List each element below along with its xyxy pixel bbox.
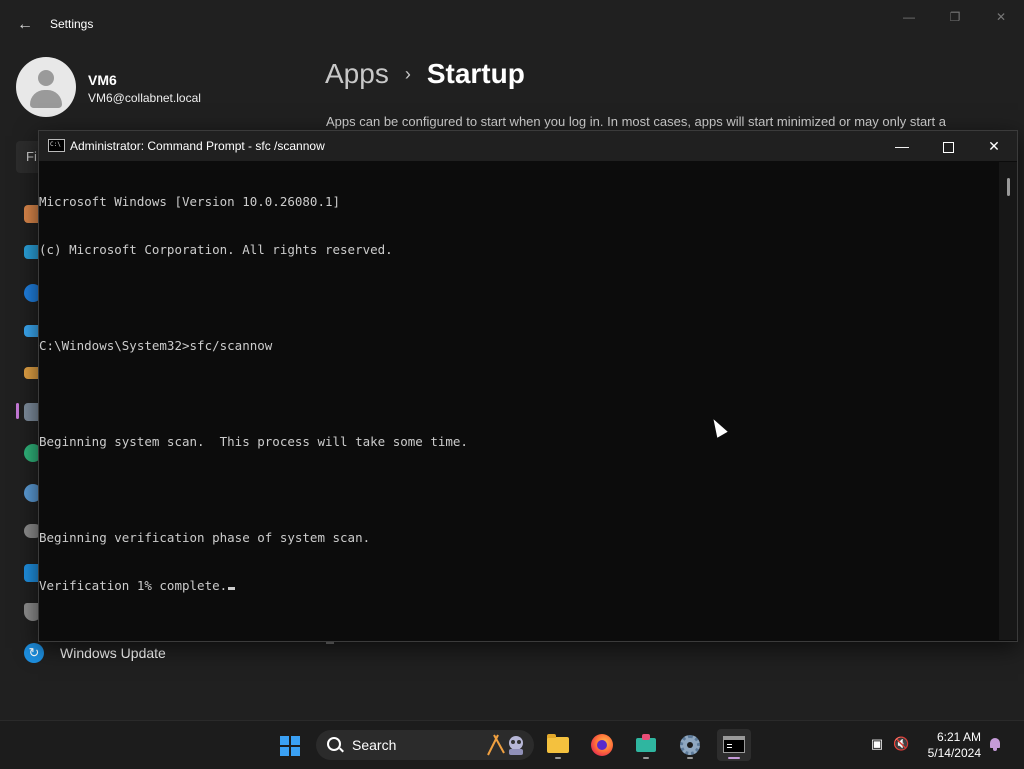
console-progress-text: Verification 1% complete. — [39, 578, 228, 593]
back-arrow-icon[interactable]: ← — [15, 15, 35, 35]
avatar-head — [38, 70, 54, 86]
start-icon — [280, 736, 300, 756]
settings-icon — [680, 735, 700, 755]
sidebar-item-windows-update[interactable]: ↻ Windows Update — [24, 643, 166, 663]
taskbar-file-explorer[interactable] — [541, 729, 575, 761]
clock-time: 6:21 AM — [936, 730, 981, 744]
active-indicator — [728, 757, 740, 759]
console-line: (c) Microsoft Corporation. All rights re… — [39, 242, 393, 257]
breadcrumb: Apps › Startup — [325, 58, 525, 90]
page-title: Startup — [426, 58, 525, 89]
maximize-icon — [942, 141, 954, 153]
firefox-icon — [591, 734, 613, 756]
page-description: Apps can be configured to start when you… — [326, 114, 946, 129]
console-line: Beginning system scan. This process will… — [39, 434, 468, 449]
running-indicator — [643, 757, 649, 759]
search-label: Search — [352, 737, 397, 753]
file-explorer-icon — [547, 734, 569, 753]
command-prompt-window[interactable]: C:\ Administrator: Command Prompt - sfc … — [38, 130, 1018, 642]
console-line: Microsoft Windows [Version 10.0.26080.1] — [39, 194, 341, 209]
console-line-current: Verification 1% complete. — [39, 578, 999, 594]
system-clock[interactable]: 6:21 AM 5/14/2024 — [928, 729, 981, 761]
text-cursor — [228, 587, 236, 590]
user-name: VM6 — [88, 72, 117, 88]
windows-update-icon: ↻ — [24, 643, 44, 663]
breadcrumb-parent[interactable]: Apps — [325, 58, 389, 90]
avatar-body — [30, 90, 62, 108]
search-highlight-icon — [487, 734, 523, 756]
notification-bell-icon[interactable] — [988, 736, 1002, 752]
user-email: VM6@collabnet.local — [88, 91, 201, 105]
terminal-icon — [723, 736, 745, 753]
cmd-title: Administrator: Command Prompt - sfc /sca… — [70, 139, 325, 153]
network-status-icon[interactable]: ▣ — [869, 737, 885, 751]
cmd-scrollbar-thumb[interactable] — [1007, 178, 1010, 196]
chevron-right-icon: › — [404, 63, 411, 84]
cmd-maximize-button[interactable] — [925, 131, 971, 161]
clock-date: 5/14/2024 — [927, 746, 981, 760]
taskbar: Search ▣ 🔇 6:21 AM 5/14/2024 — [0, 720, 1024, 769]
cmd-scrollbar[interactable] — [999, 162, 1017, 640]
console-output[interactable]: Microsoft Windows [Version 10.0.26080.1]… — [39, 162, 999, 640]
running-indicator — [687, 757, 693, 759]
taskbar-terminal[interactable] — [717, 729, 751, 761]
search-icon — [327, 737, 341, 751]
cmd-title-bar[interactable]: C:\ Administrator: Command Prompt - sfc … — [39, 131, 1017, 161]
minimize-button[interactable]: — — [898, 9, 920, 25]
taskbar-snipping-tool[interactable] — [629, 729, 663, 761]
cmd-app-icon: C:\ — [48, 139, 65, 152]
volume-muted-icon[interactable]: 🔇 — [893, 737, 909, 751]
sidebar-item-label: Windows Update — [60, 645, 166, 661]
taskbar-settings[interactable] — [673, 729, 707, 761]
taskbar-firefox[interactable] — [585, 729, 619, 761]
close-button[interactable]: ✕ — [990, 9, 1012, 25]
running-indicator — [555, 757, 561, 759]
start-button[interactable] — [273, 729, 307, 761]
cmd-minimize-button[interactable]: — — [879, 131, 925, 161]
settings-title: Settings — [50, 17, 94, 31]
restore-button[interactable]: ❐ — [944, 9, 966, 25]
avatar[interactable] — [16, 57, 76, 117]
cmd-close-button[interactable]: ✕ — [971, 131, 1017, 161]
console-line: Beginning verification phase of system s… — [39, 530, 371, 545]
snipping-tool-icon — [636, 734, 656, 752]
selected-indicator — [16, 403, 19, 419]
console-line: C:\Windows\System32>sfc/scannow — [39, 338, 273, 353]
taskbar-search[interactable]: Search — [316, 730, 534, 760]
